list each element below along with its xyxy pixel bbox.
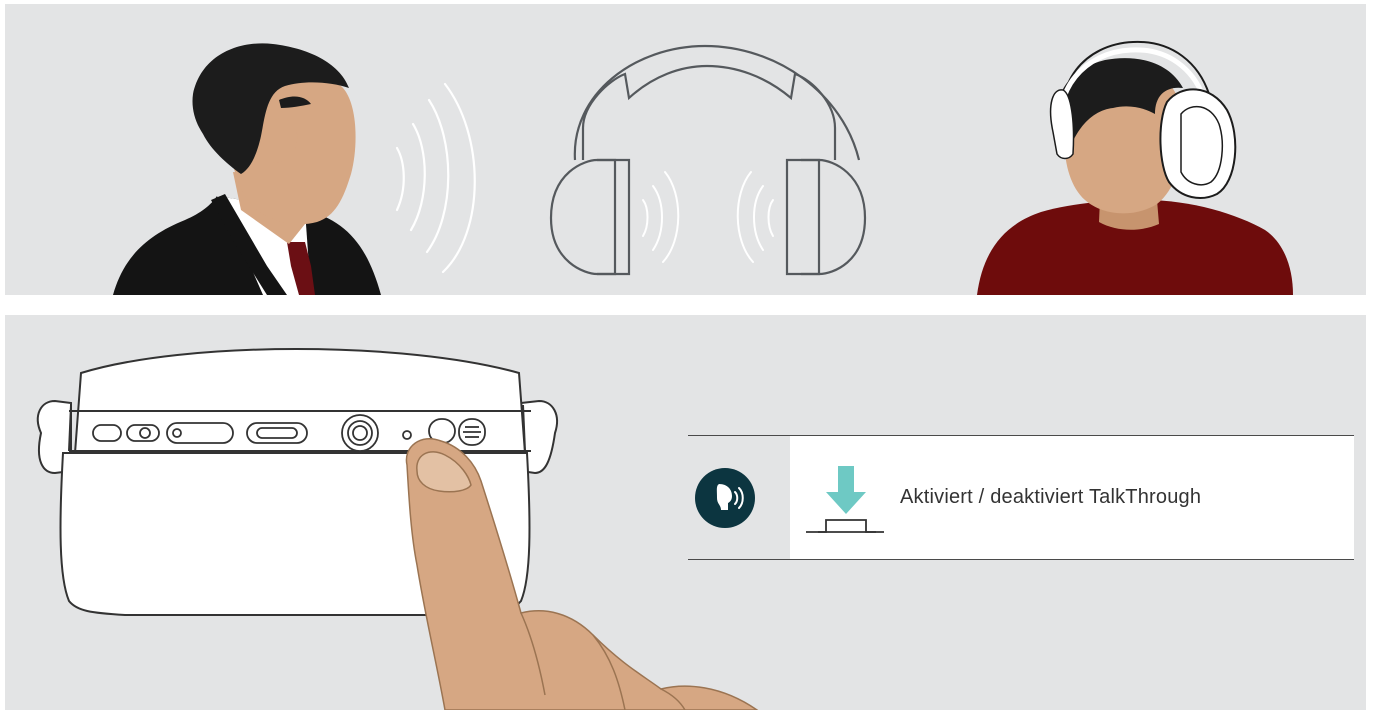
speaking-person-figure	[113, 43, 381, 295]
top-illustration-panel	[5, 4, 1366, 295]
legend-description-cell: Aktiviert / deaktiviert TalkThrough	[790, 436, 1354, 559]
headphones-diagram	[549, 44, 867, 276]
listening-person-figure	[977, 40, 1293, 295]
microphone-hole	[402, 430, 412, 440]
legend-description-text: Aktiviert / deaktiviert TalkThrough	[900, 486, 1202, 508]
speech-sound-waves	[395, 82, 476, 274]
talkthrough-icon	[695, 468, 755, 528]
press-button-icon	[806, 466, 884, 533]
headphone-sound-waves	[642, 171, 774, 263]
legend-icon-cell	[688, 436, 790, 559]
legend-table: Aktiviert / deaktiviert TalkThrough	[688, 435, 1354, 560]
switch-slot-1	[92, 424, 122, 442]
